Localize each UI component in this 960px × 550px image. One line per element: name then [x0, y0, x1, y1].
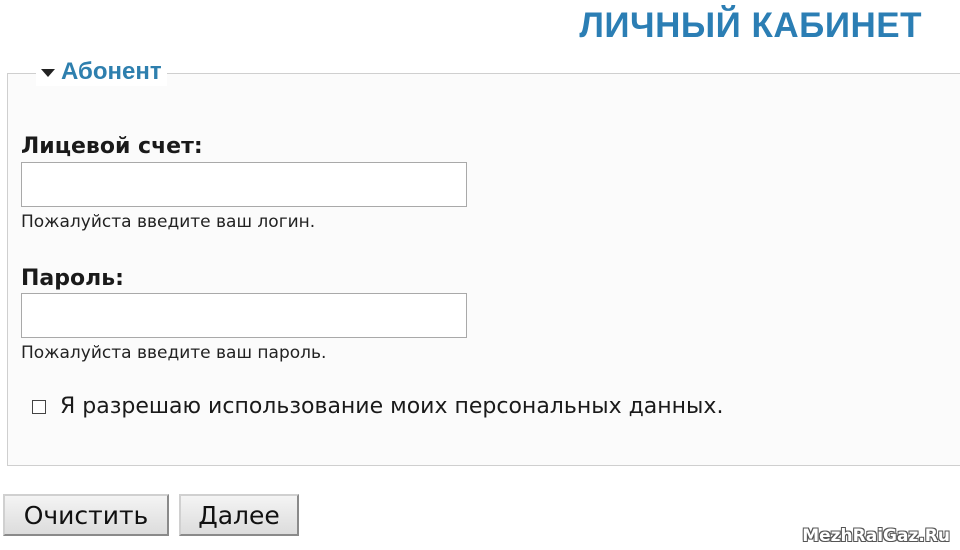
- page-title: ЛИЧНЫЙ КАБИНЕТ: [579, 6, 922, 45]
- login-page: ЛИЧНЫЙ КАБИНЕТ Абонент Лицевой счет: Пож…: [0, 0, 960, 550]
- next-button[interactable]: Далее: [179, 494, 299, 536]
- password-input[interactable]: [21, 293, 467, 338]
- consent-label: Я разрешаю использование моих персональн…: [60, 394, 724, 419]
- account-hint: Пожалуйста введите ваш логин.: [21, 212, 316, 232]
- password-label: Пароль:: [21, 266, 124, 291]
- account-input[interactable]: [21, 162, 467, 207]
- account-label: Лицевой счет:: [21, 134, 203, 159]
- subscriber-fieldset: Абонент Лицевой счет: Пожалуйста введите…: [7, 58, 960, 466]
- consent-row: Я разрешаю использование моих персональн…: [32, 394, 723, 419]
- site-watermark: MezhRaiGaz.Ru: [802, 526, 950, 546]
- triangle-down-icon: [41, 68, 55, 77]
- consent-checkbox[interactable]: [32, 399, 46, 414]
- fieldset-legend-label: Абонент: [61, 58, 162, 85]
- fieldset-legend-toggle[interactable]: Абонент: [36, 58, 167, 86]
- password-hint: Пожалуйста введите ваш пароль.: [21, 343, 327, 363]
- clear-button[interactable]: Очистить: [3, 494, 169, 536]
